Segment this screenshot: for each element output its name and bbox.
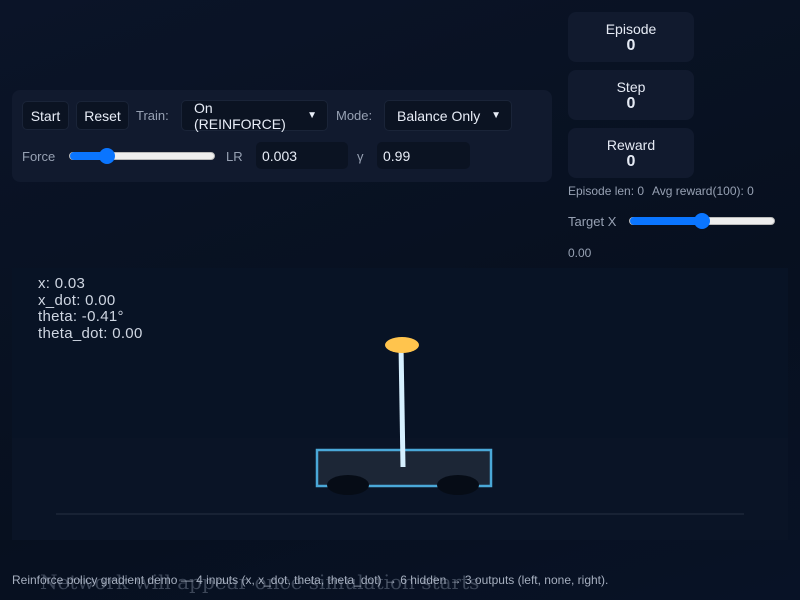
force-label: Force	[22, 149, 56, 164]
lr-input[interactable]: 0.003	[256, 142, 348, 169]
mode-select[interactable]: Balance Only ▼	[384, 100, 512, 131]
step-value: 0	[626, 95, 636, 112]
simulation-canvas: x: 0.03 x_dot: 0.00 theta: -0.41° theta_…	[12, 268, 788, 540]
reward-value: 0	[626, 153, 636, 170]
train-label: Train:	[136, 108, 169, 123]
x-readout: x: 0.03	[38, 275, 86, 292]
step-title: Step	[616, 79, 646, 95]
target-x-value: 0.00	[568, 246, 592, 260]
footer-description: Reinforce policy gradient demo — 4 input…	[12, 573, 609, 587]
mode-label: Mode:	[336, 108, 373, 123]
episode-value: 0	[626, 37, 636, 54]
wheel-right	[437, 475, 479, 495]
target-slider-thumb[interactable]	[694, 213, 710, 229]
chevron-down-icon: ▼	[307, 110, 317, 121]
force-slider[interactable]	[69, 148, 215, 164]
x-dot-readout: x_dot: 0.00	[38, 291, 116, 309]
theta-dot-readout: theta_dot: 0.00	[38, 324, 143, 342]
mode-select-value: Balance Only	[397, 107, 481, 124]
reward-card: Reward 0	[568, 128, 694, 178]
episode-len: Episode len: 0	[568, 184, 645, 198]
theta-readout: theta: -0.41°	[38, 308, 124, 325]
wheel-left	[327, 475, 369, 495]
target-slider-fill	[630, 217, 702, 225]
chevron-down-icon: ▼	[491, 110, 501, 121]
step-card: Step 0	[568, 70, 694, 120]
avg-reward: Avg reward(100): 0	[652, 184, 754, 198]
force-slider-thumb[interactable]	[99, 148, 116, 164]
reset-button[interactable]: Reset	[76, 101, 129, 130]
gamma-label: γ	[357, 149, 364, 164]
start-button[interactable]: Start	[22, 101, 69, 130]
state-readout: x: 0.03 x_dot: 0.00 theta: -0.41° theta_…	[38, 275, 143, 342]
pole	[398, 344, 406, 468]
pole-bob	[385, 337, 419, 353]
train-select-value: On (REINFORCE)	[194, 99, 286, 132]
gamma-input[interactable]: 0.99	[377, 142, 470, 169]
episode-card: Episode 0	[568, 12, 694, 62]
target-x-label: Target X	[568, 214, 617, 229]
target-x-slider[interactable]	[629, 213, 775, 229]
reward-title: Reward	[606, 137, 656, 153]
control-panel: Start Reset Train: On (REINFORCE) ▼ Mode:…	[12, 90, 552, 182]
episode-title: Episode	[605, 21, 657, 37]
lr-label: LR	[226, 149, 243, 164]
train-select[interactable]: On (REINFORCE) ▼	[181, 99, 328, 132]
